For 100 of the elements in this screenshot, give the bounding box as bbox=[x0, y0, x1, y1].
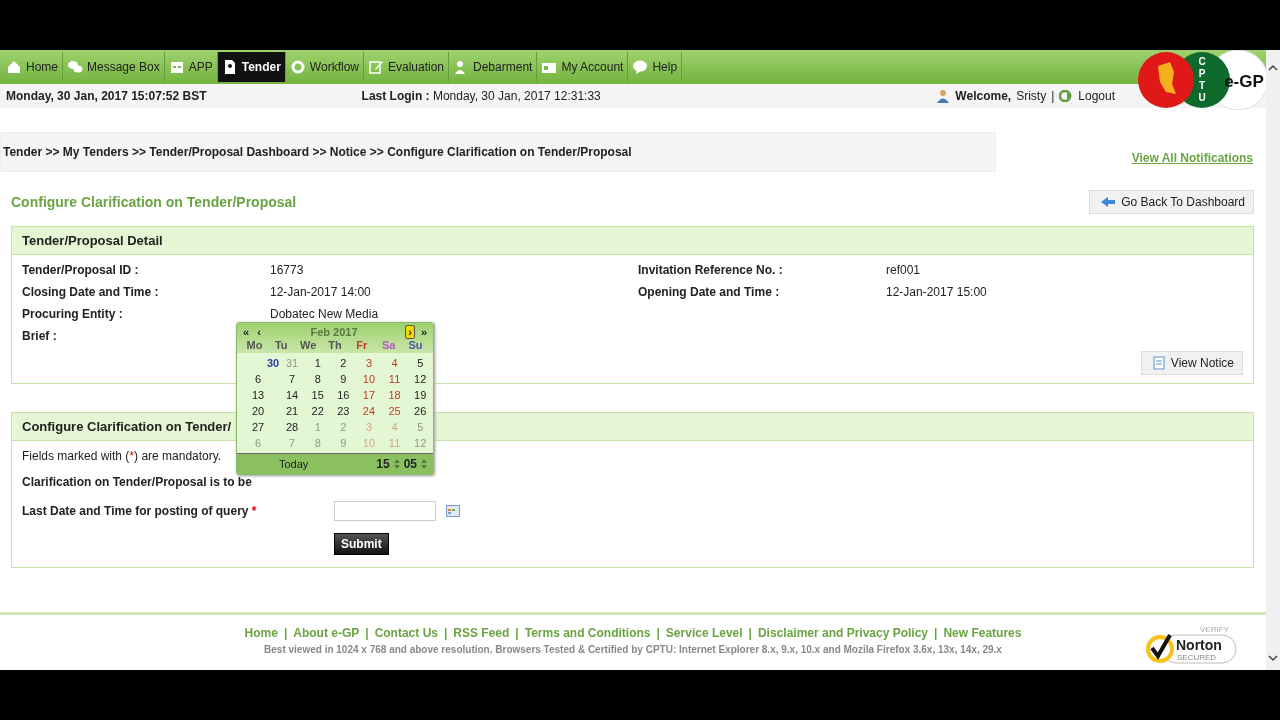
field-label: Procuring Entity : bbox=[22, 307, 123, 321]
help-icon bbox=[632, 59, 649, 75]
calendar-day[interactable]: 9 bbox=[330, 373, 357, 385]
chat-icon bbox=[67, 59, 83, 75]
date-input-field[interactable] bbox=[334, 501, 436, 521]
calendar-day[interactable]: 11 bbox=[381, 373, 408, 385]
breadcrumb: Tender >> My Tenders >> Tender/Proposal Dashboard >> Notice >> Configure Clarification on Tender/Proposal bbox=[0, 132, 996, 172]
nav-tab[interactable]: Debarment bbox=[449, 52, 538, 82]
calendar-day[interactable]: 18 bbox=[381, 389, 408, 401]
nav-tab[interactable]: Message Box bbox=[63, 52, 165, 82]
calendar-day[interactable]: 15 bbox=[304, 389, 331, 401]
field-label: Brief : bbox=[22, 329, 57, 343]
scroll-down-icon[interactable] bbox=[1268, 654, 1278, 662]
calendar-day[interactable]: 1 bbox=[304, 357, 331, 369]
mandatory-note: Fields marked with (*) are mandatory. bbox=[22, 449, 223, 463]
minute-value[interactable]: 05 bbox=[403, 457, 417, 471]
calendar-icon bbox=[168, 59, 185, 75]
nav-tab[interactable]: Home bbox=[2, 52, 63, 82]
next-year-button[interactable]: » bbox=[418, 326, 429, 338]
weekday-label: Fr bbox=[355, 339, 369, 351]
calendar-day[interactable]: 7 bbox=[279, 373, 305, 385]
calendar-day[interactable]: 4 bbox=[381, 357, 408, 369]
calendar-day[interactable]: 23 bbox=[330, 405, 357, 417]
separator: | bbox=[934, 625, 938, 640]
field-label: Closing Date and Time : bbox=[22, 285, 159, 299]
view-notice-button[interactable]: View Notice bbox=[1140, 351, 1243, 375]
nav-tab[interactable]: My Account bbox=[537, 52, 629, 82]
hour-value[interactable]: 15 bbox=[376, 457, 390, 471]
calendar-day[interactable]: 20 bbox=[237, 405, 280, 417]
field-label: Tender/Proposal ID : bbox=[22, 263, 139, 277]
separator: | bbox=[748, 625, 752, 640]
separator: | bbox=[1051, 89, 1055, 103]
calendar-day[interactable]: 24 bbox=[356, 405, 382, 417]
calendar-day[interactable]: 19 bbox=[407, 389, 433, 401]
calendar-day[interactable]: 27 bbox=[237, 421, 280, 433]
last-login-label: Last Login : bbox=[361, 89, 430, 103]
user-name: Sristy bbox=[1016, 89, 1047, 103]
calendar-day[interactable]: 17 bbox=[356, 389, 382, 401]
pen-icon bbox=[368, 59, 384, 75]
page-title: Configure Clarification on Tender/Proposal bbox=[11, 194, 297, 210]
calendar-day[interactable]: 5 bbox=[407, 357, 433, 369]
calendar-icon[interactable] bbox=[446, 505, 460, 517]
separator: | bbox=[515, 625, 519, 640]
submit-button[interactable]: Submit bbox=[334, 533, 389, 555]
panel-header: Tender/Proposal Detail bbox=[12, 227, 1253, 255]
previous-year-button[interactable]: « bbox=[241, 326, 252, 338]
field-label: Invitation Reference No. : bbox=[638, 263, 783, 277]
nav-tab[interactable]: Workflow bbox=[285, 52, 364, 82]
scroll-up-icon[interactable] bbox=[1268, 64, 1278, 72]
logout-icon bbox=[1059, 90, 1074, 102]
separator: | bbox=[443, 625, 448, 640]
spinner-icon[interactable] bbox=[393, 458, 400, 470]
weekday-label: Su bbox=[407, 339, 424, 351]
calendar-day[interactable]: 2 bbox=[330, 357, 357, 369]
calendar-day[interactable]: 8 bbox=[304, 373, 331, 385]
nav-tab[interactable]: Help bbox=[628, 52, 683, 82]
field-value: 12-Jan-2017 14:00 bbox=[270, 285, 372, 299]
cycle-icon bbox=[289, 59, 306, 75]
calendar-day[interactable]: 10 bbox=[356, 373, 382, 385]
separator: | bbox=[656, 625, 660, 640]
spinner-icon[interactable] bbox=[421, 458, 427, 470]
last-login-value: Monday, 30 Jan, 2017 12:31:33 bbox=[432, 89, 601, 103]
calendar-day[interactable]: 25 bbox=[381, 405, 408, 417]
calendar-day[interactable]: 22 bbox=[304, 405, 331, 417]
home-icon bbox=[6, 59, 22, 75]
weekday-label: Th bbox=[327, 339, 343, 351]
separator: | bbox=[283, 625, 288, 640]
calendar-day[interactable]: 26 bbox=[407, 405, 433, 417]
today-button[interactable]: Today bbox=[273, 457, 315, 471]
previous-month-button[interactable]: ‹ bbox=[255, 326, 263, 338]
calendar-day[interactable]: 14 bbox=[279, 389, 305, 401]
field-label: Clarification on Tender/Proposal is to be bbox=[22, 475, 253, 489]
separator: | bbox=[365, 625, 369, 640]
user-icon bbox=[936, 89, 951, 103]
field-value: 12-Jan-2017 15:00 bbox=[886, 285, 988, 299]
calendar-day[interactable]: 21 bbox=[279, 405, 305, 417]
calendar-day[interactable]: 3 bbox=[356, 357, 382, 369]
back-button[interactable]: Go Back To Dashboard bbox=[1089, 190, 1254, 214]
next-month-button[interactable]: › bbox=[405, 325, 415, 339]
field-label: Last Date and Time for posting of query * bbox=[22, 504, 258, 518]
calendar-month: Feb 2017 bbox=[309, 326, 359, 338]
calendar-day[interactable]: 28 bbox=[279, 421, 305, 433]
field-value: 16773 bbox=[270, 263, 305, 277]
field-value: ref001 bbox=[886, 263, 922, 277]
field-label: Opening Date and Time : bbox=[638, 285, 780, 299]
weekday-label: Tu bbox=[273, 339, 289, 351]
calendar-day[interactable]: 16 bbox=[330, 389, 357, 401]
calendar-day[interactable]: 12 bbox=[407, 373, 433, 385]
weekday-label: Sa bbox=[380, 339, 397, 351]
logout-link[interactable]: Logout bbox=[1078, 89, 1115, 103]
field-value: Dobatec New Media bbox=[270, 307, 380, 321]
nav-tab[interactable]: Tender bbox=[217, 52, 286, 82]
nav-tab[interactable]: Evaluation bbox=[364, 52, 450, 82]
calendar-day[interactable]: 13 bbox=[237, 389, 280, 401]
document-icon bbox=[1151, 356, 1166, 370]
calendar-day[interactable]: 30 bbox=[267, 357, 280, 369]
arrow-left-icon bbox=[1100, 196, 1117, 208]
calendar-day[interactable]: 6 bbox=[237, 373, 280, 385]
welcome-label: Welcome, bbox=[955, 89, 1012, 103]
nav-tab[interactable]: APP bbox=[164, 52, 218, 82]
